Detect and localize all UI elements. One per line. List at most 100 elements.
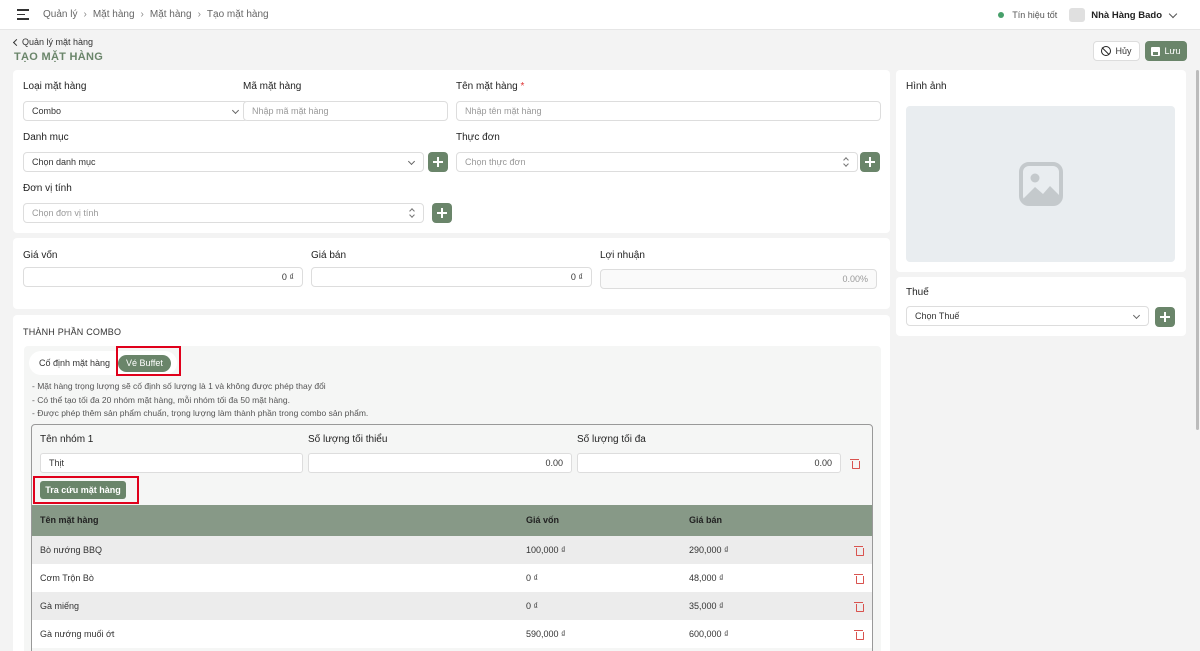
- image-upload-area[interactable]: [906, 106, 1175, 262]
- note-line: - Có thể tạo tối đa 20 nhóm mặt hàng, mỗ…: [32, 394, 290, 405]
- menu-label: Thực đơn: [456, 132, 500, 143]
- combo-section-title: THÀNH PHẦN COMBO: [23, 327, 122, 337]
- type-label: Loại mặt hàng: [23, 81, 87, 92]
- store-name[interactable]: Nhà Hàng Bado: [1091, 10, 1162, 21]
- code-label: Mã mặt hàng: [243, 81, 302, 92]
- chevron-right-icon: ›: [197, 9, 201, 20]
- delete-group-icon[interactable]: [850, 458, 860, 469]
- note-line: - Mặt hàng trọng lượng sẽ cố định số lượ…: [32, 381, 326, 391]
- top-bar: Quản lý › Mặt hàng › Mặt hàng › Tạo mặt …: [0, 0, 1200, 30]
- breadcrumb: Quản lý › Mặt hàng › Mặt hàng › Tạo mặt …: [43, 9, 269, 20]
- name-input[interactable]: Nhập tên mặt hàng: [456, 101, 881, 121]
- chevron-left-icon: [12, 38, 21, 46]
- top-right-area: Tín hiệu tốt Nhà Hàng Bado: [998, 0, 1178, 30]
- save-icon: [1151, 46, 1161, 56]
- group-name-input[interactable]: Thịt: [40, 453, 303, 473]
- cost-value: 0 ₫: [281, 272, 294, 282]
- store-icon: [1069, 8, 1086, 22]
- profit-value: 0.00%: [842, 274, 868, 284]
- cell-price: 35,000 ₫: [689, 601, 724, 611]
- price-value: 0 ₫: [570, 272, 583, 282]
- delete-row-icon[interactable]: [854, 573, 864, 584]
- unit-select[interactable]: Chọn đơn vị tính: [23, 203, 424, 223]
- signal-status-text: Tín hiệu tốt: [1012, 10, 1058, 20]
- category-label: Danh mục: [23, 132, 69, 143]
- save-button-label: Lưu: [1164, 46, 1181, 56]
- combo-inner-panel: Cố định mặt hàng Vé Buffet - Mặt hàng tr…: [24, 346, 881, 651]
- cancel-button-label: Hủy: [1115, 46, 1132, 56]
- add-category-button[interactable]: [428, 152, 448, 172]
- price-label: Giá bán: [311, 250, 347, 261]
- cell-name: Bò nướng BBQ: [40, 545, 102, 555]
- menu-select[interactable]: Chọn thực đơn: [456, 152, 858, 172]
- chevron-down-icon: [407, 157, 416, 166]
- image-card: Hình ảnh: [896, 70, 1186, 272]
- code-placeholder: Nhập mã mặt hàng: [252, 106, 329, 116]
- breadcrumb-current: Tạo mặt hàng: [206, 9, 269, 20]
- menu-icon[interactable]: [17, 6, 35, 24]
- combo-card: THÀNH PHẦN COMBO Cố định mặt hàng Vé Buf…: [13, 315, 890, 651]
- column-header-name: Tên mặt hàng: [40, 515, 99, 525]
- tax-card: Thuế Chọn Thuế: [896, 277, 1186, 336]
- breadcrumb-item[interactable]: Mặt hàng: [93, 9, 135, 20]
- page-title: TẠO MẶT HÀNG: [14, 51, 104, 63]
- table-row: Gà miếng 0 ₫ 35,000 ₫: [32, 592, 872, 620]
- max-qty-input[interactable]: 0.00: [577, 453, 841, 473]
- chevron-down-icon: [1132, 311, 1141, 320]
- signal-status-icon: [998, 12, 1005, 18]
- cell-price: 600,000 ₫: [689, 629, 729, 639]
- combo-group: Tên nhóm 1 Thịt Số lượng tối thiểu 0.00 …: [31, 424, 873, 651]
- cancel-button[interactable]: Hủy: [1093, 41, 1140, 61]
- max-qty-label: Số lượng tối đa: [577, 434, 646, 445]
- category-placeholder: Chọn danh mục: [32, 157, 96, 167]
- profit-label: Lợi nhuận: [600, 250, 645, 261]
- image-label: Hình ảnh: [906, 81, 947, 92]
- cell-name: Cơm Trộn Bò: [40, 573, 94, 583]
- max-qty-value: 0.00: [814, 458, 832, 468]
- delete-row-icon[interactable]: [854, 601, 864, 612]
- general-info-card: Loại mặt hàng Combo Mã mặt hàng Nhập mã …: [13, 70, 890, 233]
- chevron-right-icon: ›: [140, 9, 144, 20]
- save-button[interactable]: Lưu: [1145, 41, 1187, 61]
- table-header: Tên mặt hàng Giá vốn Giá bán: [32, 505, 872, 536]
- image-icon: [1018, 162, 1063, 206]
- table-row: Gà nướng muối ớt 590,000 ₫ 600,000 ₫: [32, 620, 872, 648]
- back-link-label: Quản lý mặt hàng: [22, 37, 94, 47]
- name-label: Tên mặt hàng *: [456, 81, 524, 92]
- cell-price: 48,000 ₫: [689, 573, 724, 583]
- type-select[interactable]: Combo: [23, 101, 248, 121]
- name-label-text: Tên mặt hàng: [456, 81, 518, 92]
- tax-label: Thuế: [906, 287, 929, 298]
- back-link[interactable]: Quản lý mặt hàng: [12, 37, 94, 47]
- add-menu-button[interactable]: [860, 152, 880, 172]
- category-select[interactable]: Chọn danh mục: [23, 152, 424, 172]
- highlight-box: [116, 346, 181, 376]
- tax-select[interactable]: Chọn Thuế: [906, 306, 1149, 326]
- min-qty-value: 0.00: [545, 458, 563, 468]
- pricing-card: Giá vốn 0 ₫ Giá bán 0 ₫ Lợi nhuận 0.00%: [13, 238, 890, 309]
- min-qty-input[interactable]: 0.00: [308, 453, 572, 473]
- code-input[interactable]: Nhập mã mặt hàng: [243, 101, 448, 121]
- cell-cost: 0 ₫: [526, 601, 539, 611]
- group-name-label: Tên nhóm 1: [40, 434, 94, 445]
- chevron-down-icon[interactable]: [1168, 9, 1178, 18]
- column-header-cost: Giá vốn: [526, 515, 560, 525]
- delete-row-icon[interactable]: [854, 629, 864, 640]
- sort-arrows-icon: [409, 208, 415, 218]
- menu-placeholder: Chọn thực đơn: [465, 157, 526, 167]
- page-scrollbar[interactable]: [1196, 70, 1199, 430]
- breadcrumb-item[interactable]: Mặt hàng: [150, 9, 192, 20]
- cost-input[interactable]: 0 ₫: [23, 267, 303, 287]
- toggle-fixed-items[interactable]: Cố định mặt hàng: [29, 358, 120, 368]
- breadcrumb-item[interactable]: Quản lý: [43, 9, 77, 20]
- add-tax-button[interactable]: [1155, 307, 1175, 327]
- required-mark: *: [520, 81, 525, 92]
- price-input[interactable]: 0 ₫: [311, 267, 592, 287]
- tax-placeholder: Chọn Thuế: [915, 311, 960, 321]
- delete-row-icon[interactable]: [854, 545, 864, 556]
- chevron-right-icon: ›: [83, 9, 87, 20]
- add-unit-button[interactable]: [432, 203, 452, 223]
- unit-label: Đơn vị tính: [23, 183, 72, 194]
- column-header-price: Giá bán: [689, 515, 723, 525]
- table-row: Cơm Trộn Bò 0 ₫ 48,000 ₫: [32, 564, 872, 592]
